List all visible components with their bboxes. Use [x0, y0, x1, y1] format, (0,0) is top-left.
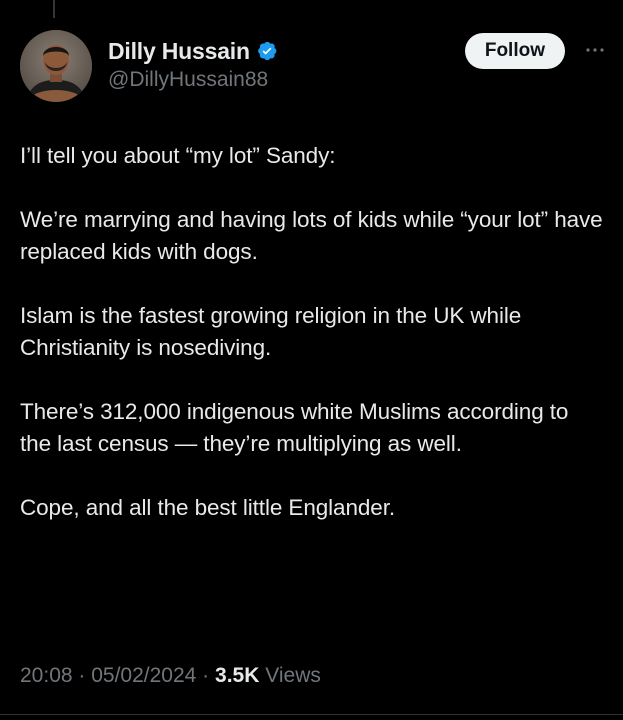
tweet-paragraph: Cope, and all the best little Englander.: [20, 495, 396, 520]
tweet-paragraph: We’re marrying and having lots of kids w…: [20, 207, 603, 264]
avatar-photo: [20, 30, 92, 102]
meta-separator: ·: [72, 664, 92, 687]
meta-separator: ·: [196, 664, 216, 687]
divider: [0, 714, 623, 715]
views-count: 3.5K: [215, 664, 260, 687]
tweet-meta: 20:08 · 05/02/2024 · 3.5K Views: [20, 664, 321, 688]
tweet-date: 05/02/2024: [91, 664, 197, 687]
tweet-header: Dilly Hussain @DillyHussain88 Follow: [20, 30, 607, 102]
tweet-body: I’ll tell you about “my lot” Sandy: We’r…: [20, 140, 605, 524]
tweet-paragraph: There’s 312,000 indigenous white Muslims…: [20, 399, 569, 456]
tweet-paragraph: Islam is the fastest growing religion in…: [20, 303, 522, 360]
thread-connector-line: [53, 0, 55, 18]
tweet-paragraph: I’ll tell you about “my lot” Sandy:: [20, 143, 336, 168]
tweet-time: 20:08: [20, 664, 73, 687]
author-names: Dilly Hussain @DillyHussain88: [108, 36, 278, 92]
more-horizontal-icon[interactable]: [583, 38, 607, 62]
author-handle[interactable]: @DillyHussain88: [108, 68, 278, 92]
display-name[interactable]: Dilly Hussain: [108, 38, 250, 65]
avatar[interactable]: [20, 30, 92, 102]
views-label: Views: [265, 664, 321, 687]
name-row: Dilly Hussain: [108, 36, 278, 66]
follow-button[interactable]: Follow: [464, 33, 565, 69]
tweet-time-link[interactable]: 20:08 · 05/02/2024: [20, 664, 196, 687]
verified-badge-icon[interactable]: [256, 40, 278, 62]
